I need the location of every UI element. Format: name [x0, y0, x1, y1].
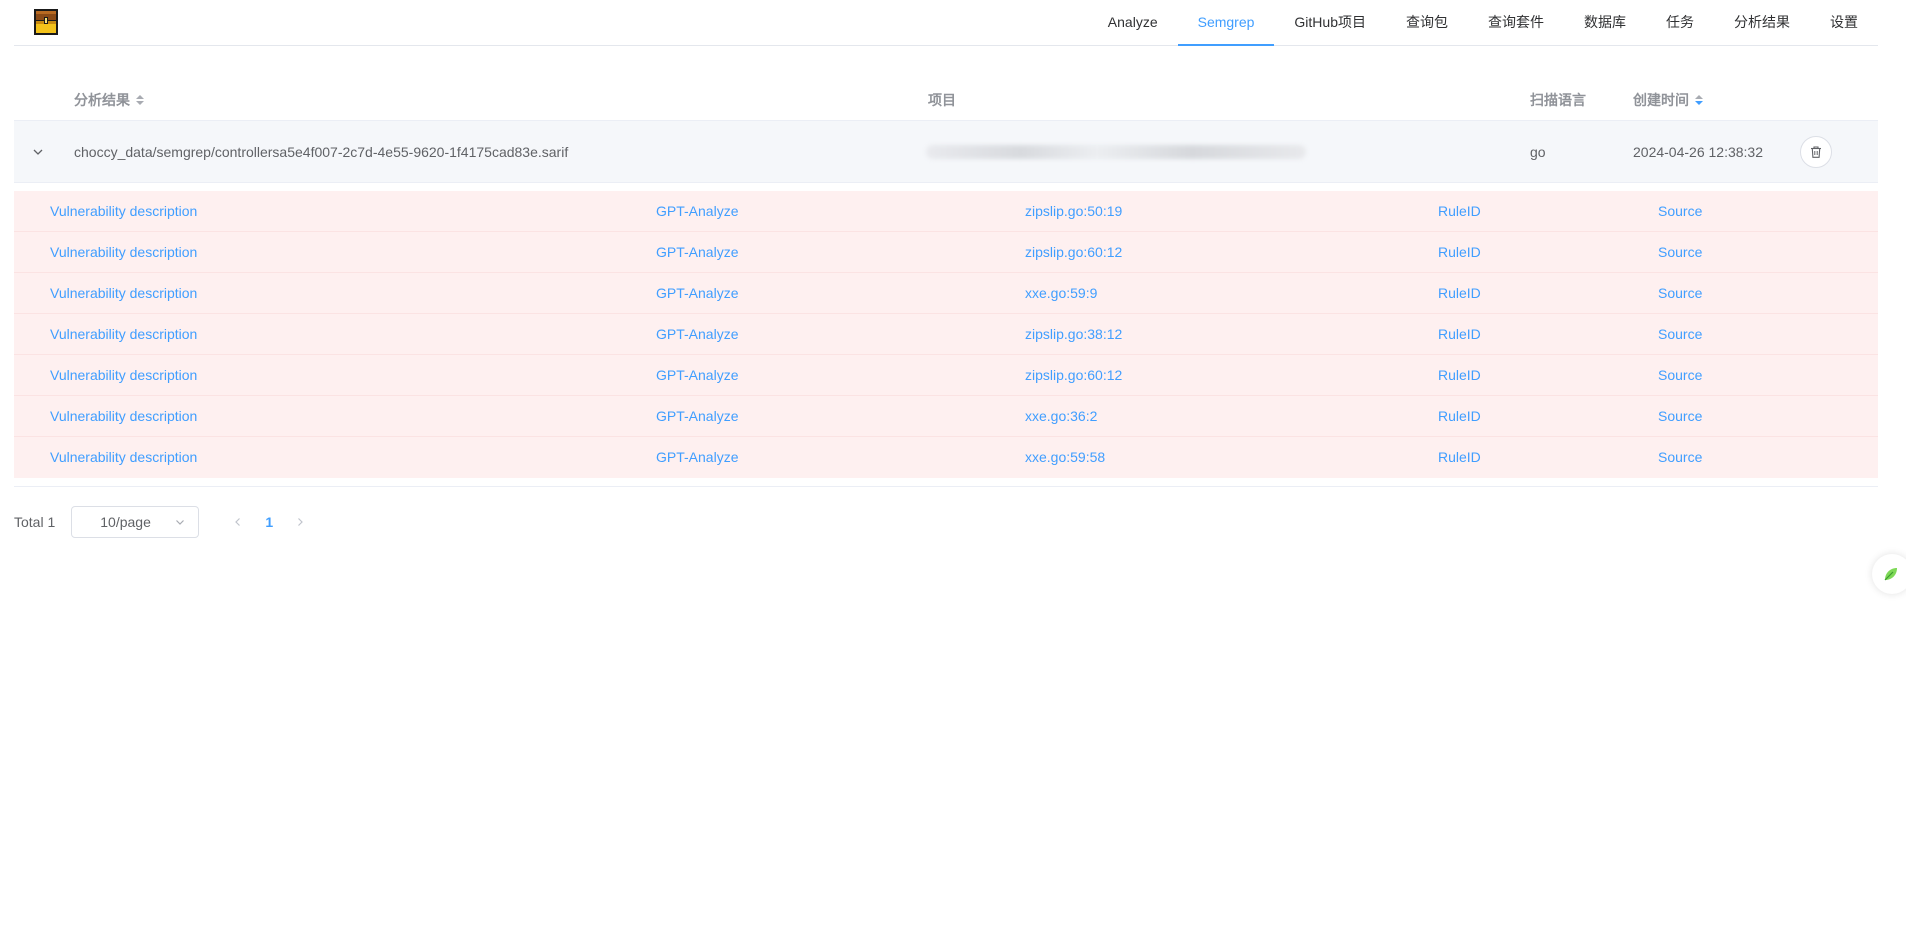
source-link[interactable]: Source [1658, 437, 1702, 478]
pagination: Total 1 10/page 1 [14, 506, 315, 538]
delete-cell [1800, 121, 1832, 183]
nav-item-query-packs[interactable]: 查询包 [1386, 0, 1468, 46]
nav-item-semgrep[interactable]: Semgrep [1177, 0, 1275, 46]
expanded-details: Vulnerability description GPT-Analyze zi… [14, 183, 1878, 487]
rule-id-link[interactable]: RuleID [1438, 314, 1481, 355]
project-path-redacted [926, 121, 1306, 183]
vulnerability-description-link[interactable]: Vulnerability description [50, 191, 197, 232]
vulnerability-description-link[interactable]: Vulnerability description [50, 273, 197, 314]
column-header-language-label: 扫描语言 [1530, 92, 1586, 108]
gpt-analyze-link[interactable]: GPT-Analyze [656, 191, 738, 232]
column-header-result-label: 分析结果 [74, 92, 130, 108]
column-header-language: 扫描语言 [1530, 80, 1586, 120]
gpt-analyze-link[interactable]: GPT-Analyze [656, 355, 738, 396]
chevron-right-icon [298, 518, 304, 526]
scan-language: go [1530, 144, 1546, 160]
gpt-analyze-link[interactable]: GPT-Analyze [656, 232, 738, 273]
vulnerability-description-link[interactable]: Vulnerability description [50, 396, 197, 437]
location-link[interactable]: xxe.go:59:9 [1025, 273, 1097, 314]
rule-id-link[interactable]: RuleID [1438, 437, 1481, 478]
gpt-analyze-link[interactable]: GPT-Analyze [656, 396, 738, 437]
gpt-analyze-link[interactable]: GPT-Analyze [656, 314, 738, 355]
rule-id-link[interactable]: RuleID [1438, 355, 1481, 396]
vulnerability-row: Vulnerability description GPT-Analyze zi… [14, 314, 1878, 355]
created-time-text: 2024-04-26 12:38:32 [1633, 144, 1763, 160]
rule-id-link[interactable]: RuleID [1438, 396, 1481, 437]
page-number-1[interactable]: 1 [253, 514, 285, 530]
next-page-button[interactable] [285, 506, 315, 538]
nav-item-databases[interactable]: 数据库 [1564, 0, 1646, 46]
column-header-created[interactable]: 创建时间 [1633, 80, 1703, 120]
vulnerability-row: Vulnerability description GPT-Analyze zi… [14, 232, 1878, 273]
rule-id-link[interactable]: RuleID [1438, 273, 1481, 314]
table-header: 分析结果 项目 扫描语言 创建时间 [14, 80, 1878, 121]
vulnerability-description-link[interactable]: Vulnerability description [50, 355, 197, 396]
vulnerability-description-link[interactable]: Vulnerability description [50, 232, 197, 273]
vulnerability-description-link[interactable]: Vulnerability description [50, 437, 197, 478]
delete-button[interactable] [1800, 136, 1832, 168]
sort-caret-icon[interactable] [136, 95, 144, 105]
column-header-created-label: 创建时间 [1633, 92, 1689, 108]
nav-item-analyze[interactable]: Analyze [1088, 0, 1178, 46]
source-link[interactable]: Source [1658, 273, 1702, 314]
column-header-project: 项目 [928, 80, 956, 120]
vulnerability-row: Vulnerability description GPT-Analyze zi… [14, 191, 1878, 232]
pagination-total: Total 1 [14, 514, 56, 530]
trash-icon [1811, 146, 1821, 158]
column-header-project-label: 项目 [928, 92, 956, 108]
sort-caret-icon[interactable] [1695, 95, 1703, 105]
vulnerability-row: Vulnerability description GPT-Analyze zi… [14, 355, 1878, 396]
rule-id-link[interactable]: RuleID [1438, 232, 1481, 273]
chevron-left-icon [235, 518, 241, 526]
location-link[interactable]: zipslip.go:38:12 [1025, 314, 1122, 355]
vulnerability-row: Vulnerability description GPT-Analyze xx… [14, 396, 1878, 437]
result-file-path: choccy_data/semgrep/controllersa5e4f007-… [74, 144, 569, 160]
location-link[interactable]: xxe.go:36:2 [1025, 396, 1097, 437]
location-link[interactable]: zipslip.go:60:12 [1025, 232, 1122, 273]
gpt-analyze-link[interactable]: GPT-Analyze [656, 437, 738, 478]
main-nav: Analyze Semgrep GitHub项目 查询包 查询套件 数据库 任务… [1088, 0, 1878, 46]
nav-item-github-projects[interactable]: GitHub项目 [1274, 0, 1386, 46]
page-size-value: 10/page [100, 514, 151, 530]
chevron-down-icon[interactable] [30, 144, 46, 160]
vulnerability-row: Vulnerability description GPT-Analyze xx… [14, 273, 1878, 314]
source-link[interactable]: Source [1658, 355, 1702, 396]
location-link[interactable]: zipslip.go:60:12 [1025, 355, 1122, 396]
source-link[interactable]: Source [1658, 232, 1702, 273]
leaf-icon [1884, 568, 1897, 581]
top-header: Analyze Semgrep GitHub项目 查询包 查询套件 数据库 任务… [14, 0, 1878, 46]
location-link[interactable]: zipslip.go:50:19 [1025, 191, 1122, 232]
nav-item-settings[interactable]: 设置 [1810, 0, 1878, 46]
rule-id-link[interactable]: RuleID [1438, 191, 1481, 232]
expand-row-toggle[interactable] [30, 121, 46, 183]
page-size-select[interactable]: 10/page [71, 506, 200, 538]
table-row: choccy_data/semgrep/controllersa5e4f007-… [14, 121, 1878, 183]
prev-page-button[interactable] [223, 506, 253, 538]
floating-assistant-button[interactable] [1872, 554, 1906, 594]
vulnerability-row: Vulnerability description GPT-Analyze xx… [14, 437, 1878, 478]
vulnerability-description-link[interactable]: Vulnerability description [50, 314, 197, 355]
chevron-down-icon [176, 520, 185, 525]
created-time: 2024-04-26 12:38:32 [1633, 121, 1775, 183]
results-table: 分析结果 项目 扫描语言 创建时间 choccy_data/semgrep/co… [14, 80, 1878, 487]
nav-item-tasks[interactable]: 任务 [1646, 0, 1714, 46]
nav-item-query-suites[interactable]: 查询套件 [1468, 0, 1564, 46]
source-link[interactable]: Source [1658, 314, 1702, 355]
treasure-chest-logo-icon[interactable] [34, 9, 58, 35]
source-link[interactable]: Source [1658, 396, 1702, 437]
location-link[interactable]: xxe.go:59:58 [1025, 437, 1105, 478]
column-header-result[interactable]: 分析结果 [74, 80, 144, 120]
source-link[interactable]: Source [1658, 191, 1702, 232]
gpt-analyze-link[interactable]: GPT-Analyze [656, 273, 738, 314]
nav-item-analysis-results[interactable]: 分析结果 [1714, 0, 1810, 46]
